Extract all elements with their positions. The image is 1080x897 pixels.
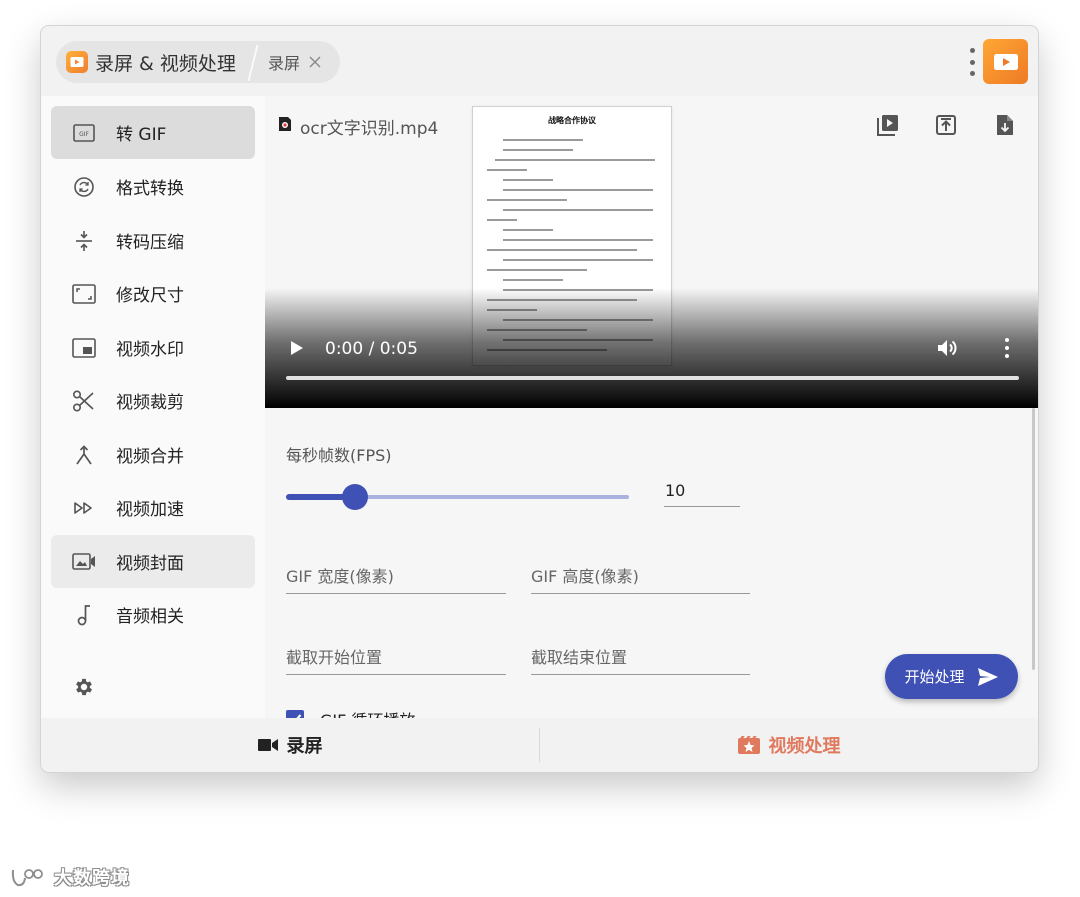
tab-separator <box>247 45 259 81</box>
gif-icon: GIF <box>69 118 99 148</box>
bottom-tab-bar: 录屏 视频处理 <box>41 718 1038 772</box>
convert-icon <box>69 172 99 202</box>
gif-width-input[interactable] <box>286 559 506 594</box>
send-icon <box>977 667 998 686</box>
main-tab-label: 录屏 & 视频处理 <box>95 52 236 75</box>
title-bar: 录屏 & 视频处理 录屏 <box>41 26 1038 96</box>
sidebar-item-audio[interactable]: 音频相关 <box>51 588 255 641</box>
sidebar-item-speed[interactable]: 视频加速 <box>51 481 255 534</box>
cover-icon <box>69 547 99 577</box>
fps-slider-thumb[interactable] <box>341 484 368 510</box>
video-progress-bar[interactable] <box>286 376 1019 380</box>
movie-edit-icon <box>737 736 760 754</box>
video-more-icon[interactable] <box>1005 338 1011 358</box>
fps-value-input[interactable] <box>664 474 740 507</box>
sidebar-item-watermark[interactable]: 视频水印 <box>51 321 255 374</box>
sidebar-item-label: 视频水印 <box>116 340 184 360</box>
sidebar-item-label: 视频加速 <box>116 500 184 520</box>
sidebar: GIF 转 GIF 格式转换 转码压缩 修改尺寸 视频水印 视频裁剪 视频合并 … <box>41 96 265 718</box>
gif-loop-option[interactable]: GIF 循环播放 <box>286 707 415 718</box>
tab-record[interactable]: 录屏 <box>41 718 539 772</box>
sidebar-item-resize[interactable]: 修改尺寸 <box>51 267 255 320</box>
sidebar-item-label: 视频合并 <box>116 447 184 467</box>
clip-end-input[interactable] <box>531 640 750 675</box>
watermark-icon <box>69 333 99 363</box>
video-file-icon <box>278 116 292 137</box>
fast-forward-icon <box>69 493 99 523</box>
document-title: 战略合作协议 <box>548 115 596 125</box>
time-display: 0:00 / 0:05 <box>325 339 418 359</box>
watermark: 大数跨境 <box>10 864 130 890</box>
sidebar-item-label: 视频裁剪 <box>116 393 184 413</box>
play-icon[interactable] <box>290 340 304 360</box>
sidebar-item-label: 转码压缩 <box>116 233 184 253</box>
sidebar-item-label: 音频相关 <box>116 607 184 627</box>
videocam-icon <box>257 739 278 751</box>
app-window: 录屏 & 视频处理 录屏 GIF 转 GIF 格式转换 转码压缩 修改尺寸 视频… <box>41 26 1038 772</box>
close-icon[interactable] <box>308 55 322 69</box>
app-logo-icon[interactable] <box>983 39 1028 84</box>
resize-icon <box>69 279 99 309</box>
sidebar-item-trim[interactable]: 视频裁剪 <box>51 374 255 427</box>
sub-tab-label: 录屏 <box>268 54 301 73</box>
upload-icon[interactable] <box>933 112 959 138</box>
tab-video-processing[interactable]: 视频处理 <box>540 718 1038 772</box>
sidebar-item-merge[interactable]: 视频合并 <box>51 428 255 481</box>
sidebar-item-gif[interactable]: GIF 转 GIF <box>51 106 255 159</box>
playlist-play-icon[interactable] <box>875 112 901 138</box>
sidebar-item-label: 视频封面 <box>116 554 184 574</box>
gear-icon[interactable] <box>73 676 95 702</box>
save-file-icon[interactable] <box>992 112 1018 138</box>
tab-video-label: 视频处理 <box>768 736 841 757</box>
sidebar-item-label: 格式转换 <box>116 179 184 199</box>
loop-checkbox[interactable] <box>286 710 304 718</box>
main-tab[interactable]: 录屏 & 视频处理 <box>66 41 236 83</box>
fps-slider[interactable] <box>286 484 629 510</box>
video-controls: 0:00 / 0:05 <box>265 334 1038 364</box>
watermark-text: 大数跨境 <box>54 868 130 889</box>
sidebar-item-label: 转 GIF <box>116 125 167 145</box>
sidebar-item-label: 修改尺寸 <box>116 286 184 306</box>
more-vert-icon[interactable] <box>966 45 978 79</box>
sidebar-item-cover[interactable]: 视频封面 <box>51 535 255 588</box>
fps-label: 每秒帧数(FPS) <box>286 446 392 465</box>
gif-height-input[interactable] <box>531 559 750 594</box>
panel-scrollbar[interactable] <box>1032 408 1035 670</box>
file-name: ocr文字识别.mp4 <box>300 119 439 139</box>
scissors-icon <box>69 386 99 416</box>
svg-text:GIF: GIF <box>79 131 89 138</box>
video-app-icon <box>66 51 88 73</box>
clip-start-input[interactable] <box>286 640 506 675</box>
compress-icon <box>69 226 99 256</box>
loop-label: GIF 循环播放 <box>320 707 415 718</box>
tab-record-label: 录屏 <box>286 736 323 757</box>
merge-icon <box>69 440 99 470</box>
music-note-icon <box>69 600 99 630</box>
sidebar-item-compress[interactable]: 转码压缩 <box>51 214 255 267</box>
watermark-logo <box>11 869 43 887</box>
start-button-label: 开始处理 <box>904 668 965 686</box>
sidebar-item-format[interactable]: 格式转换 <box>51 160 255 213</box>
sub-tab[interactable]: 录屏 <box>268 41 322 83</box>
breadcrumb-tabs: 录屏 & 视频处理 录屏 <box>56 41 340 83</box>
video-player[interactable]: ocr文字识别.mp4 战略合作协议 0:00 / 0:05 <box>265 96 1038 408</box>
volume-icon[interactable] <box>937 338 959 362</box>
start-processing-button[interactable]: 开始处理 <box>885 654 1018 699</box>
gif-settings-panel: 每秒帧数(FPS) GIF 循环播放 开始处理 <box>265 408 1038 718</box>
file-name-row: ocr文字识别.mp4 <box>278 114 438 139</box>
